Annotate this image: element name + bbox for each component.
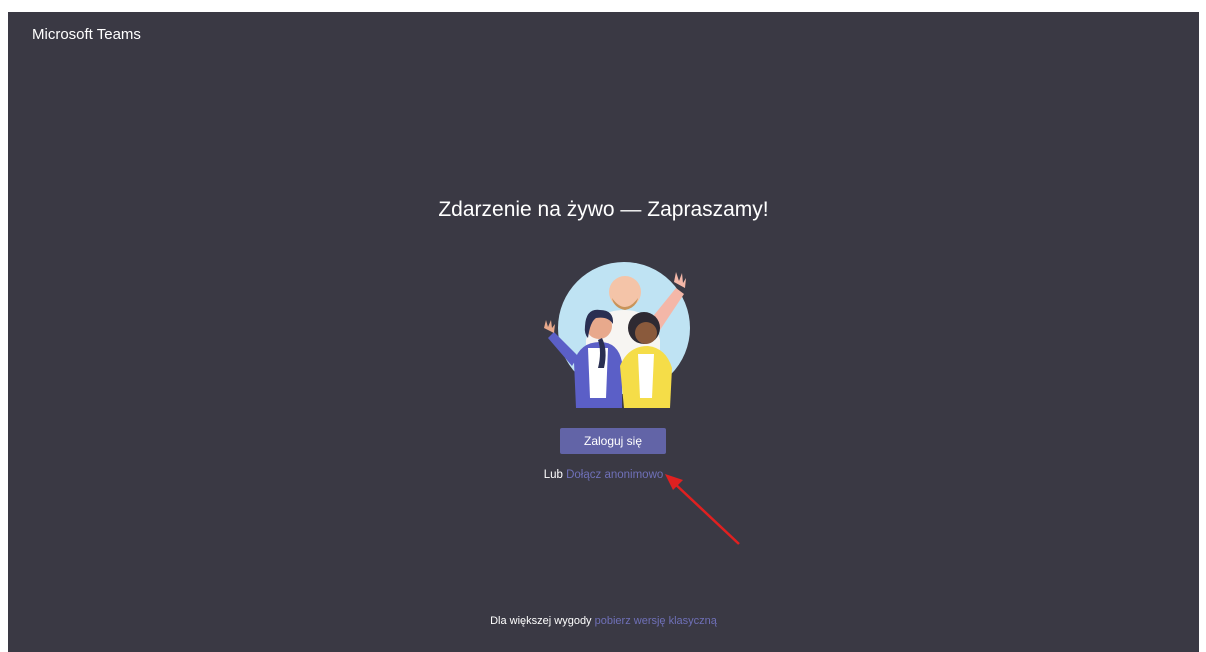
teams-window: Microsoft Teams Zdarzenie na żywo — Zapr…	[8, 12, 1199, 652]
or-label: Lub	[543, 469, 563, 481]
footer-text: Dla większej wygody	[490, 615, 592, 627]
footer-download-hint: Dla większej wygody pobierz wersję klasy…	[8, 615, 1199, 627]
signin-button[interactable]: Zaloguj się	[560, 428, 666, 454]
app-title: Microsoft Teams	[32, 26, 141, 43]
join-anonymously-link[interactable]: Dołącz anonimowo	[566, 469, 663, 481]
people-waving-illustration	[544, 262, 690, 408]
download-desktop-link[interactable]: pobierz wersję klasyczną	[595, 615, 717, 627]
anonymous-join-line: Lub Dołącz anonimowo	[8, 469, 1199, 481]
page-title: Zdarzenie na żywo — Zapraszamy!	[438, 198, 769, 221]
